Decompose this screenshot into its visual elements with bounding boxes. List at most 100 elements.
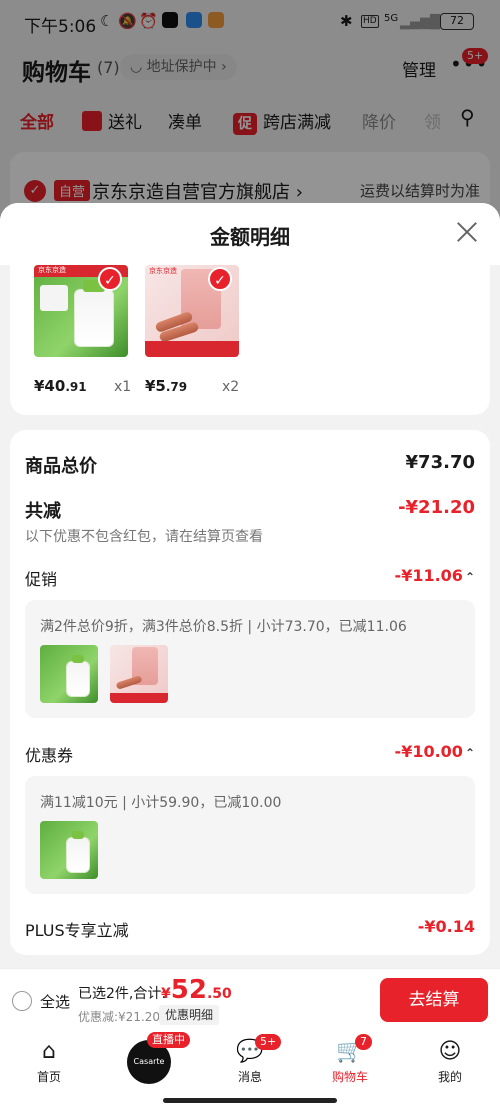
bottle-shape bbox=[66, 655, 90, 697]
store-name[interactable]: 京东京造自营官方旗舰店 › bbox=[92, 178, 303, 204]
coupon-label: 优惠券 bbox=[25, 746, 74, 765]
promo-toggle[interactable]: -¥11.06 ⌃ bbox=[395, 566, 475, 585]
shipping-note: 运费以结算时为准 bbox=[360, 182, 481, 200]
moon-icon: ☾ bbox=[100, 12, 114, 30]
self-operated-badge: 自营 bbox=[54, 180, 91, 201]
store-check-icon[interactable]: ✓ bbox=[24, 180, 46, 202]
chevron-up-icon: ⌃ bbox=[464, 570, 475, 584]
coupon-condition: 满11减10元 | 小计59.90，已减10.00 bbox=[40, 795, 282, 811]
reduce-note: 以下优惠不包含红包，请在结算页查看 bbox=[25, 529, 263, 545]
chat-app-icon bbox=[186, 12, 202, 28]
coupon-item-thumb-supplement bbox=[40, 821, 98, 879]
promo-condition: 满2件总价9折，满3件总价8.5折 | 小计73.70，已减11.06 bbox=[40, 619, 407, 635]
live-badge: 直播中 bbox=[147, 1032, 190, 1048]
nav-profile[interactable]: ☺ 我的 bbox=[415, 1038, 485, 1085]
promo-label: 促销 bbox=[25, 570, 58, 589]
store-name-text: 京东京造自营官方旗舰店 bbox=[92, 182, 290, 203]
selected-summary: 已选2件,合计: bbox=[78, 986, 167, 1002]
home-indicator bbox=[163, 1098, 337, 1103]
signal-icon: ▂▄▆█ bbox=[400, 15, 440, 30]
plus-label: PLUS专享立减 bbox=[25, 921, 129, 940]
checkout-button[interactable]: 去结算 bbox=[380, 978, 488, 1022]
close-icon[interactable] bbox=[452, 217, 482, 247]
network-label: 5G bbox=[384, 13, 399, 24]
message-badge: 5+ bbox=[255, 1034, 282, 1050]
selected-items-card: 京东京造 ✓ ¥40.91 x1 京东京造 ✓ ¥5.79 x2 bbox=[10, 265, 490, 415]
tab-all[interactable]: 全部 bbox=[20, 108, 54, 133]
battery-icon: 72 bbox=[440, 13, 474, 30]
product-promo-bar bbox=[110, 693, 168, 703]
coupon-toggle[interactable]: -¥10.00 ⌃ bbox=[395, 742, 475, 761]
bottle-shape bbox=[66, 831, 90, 873]
promo-value: -¥11.06 bbox=[394, 566, 463, 585]
total-amount-symbol: ¥ bbox=[161, 986, 171, 1002]
manage-button[interactable]: 管理 bbox=[402, 56, 436, 81]
mute-icon: 🔕 bbox=[118, 12, 137, 30]
profile-icon: ☺ bbox=[438, 1039, 462, 1064]
nav-home[interactable]: ⌂ 首页 bbox=[14, 1038, 84, 1085]
tab-cross-store[interactable]: 促跨店满减 bbox=[233, 108, 331, 135]
reduce-label: 共减 bbox=[25, 501, 61, 522]
discount-detail-button[interactable]: 优惠明细 bbox=[159, 1005, 220, 1025]
amount-detail-sheet: 金额明细 京东京造 ✓ ¥40.91 x1 京东京造 ✓ ¥5.79 x2 商品… bbox=[0, 203, 500, 968]
tab-coupon[interactable]: 领 bbox=[424, 108, 441, 133]
bottle-shape bbox=[74, 280, 114, 347]
home-icon: ⌂ bbox=[42, 1039, 56, 1064]
reduce-value: -¥21.20 bbox=[398, 497, 475, 518]
coupon-value: -¥10.00 bbox=[394, 742, 463, 761]
bluetooth-icon: ✱ bbox=[340, 12, 353, 30]
promo-item-thumb-snack bbox=[110, 645, 168, 703]
tab-price-drop[interactable]: 降价 bbox=[362, 108, 396, 133]
sheet-header: 金额明细 bbox=[0, 203, 500, 265]
select-all-checkbox[interactable] bbox=[12, 991, 32, 1011]
nav-messages-label: 消息 bbox=[237, 1070, 262, 1084]
item-price-int: ¥40 bbox=[34, 377, 66, 395]
total-value: ¥73.70 bbox=[405, 452, 475, 473]
nav-cart-label: 购物车 bbox=[331, 1070, 368, 1084]
promo-item-thumb-supplement bbox=[40, 645, 98, 703]
cart-count: (7) bbox=[97, 58, 120, 77]
promo-detail-box: 满2件总价9折，满3件总价8.5折 | 小计73.70，已减11.06 bbox=[25, 600, 475, 718]
more-badge: 5+ bbox=[462, 48, 489, 64]
discount-summary: 优惠减:¥21.20 bbox=[78, 1010, 161, 1024]
tiktok-icon bbox=[162, 12, 178, 28]
gift-icon bbox=[82, 111, 102, 131]
total-amount-int: 52 bbox=[170, 975, 207, 1005]
shield-icon: ◡ bbox=[130, 59, 147, 75]
select-all-label[interactable]: 全选 bbox=[40, 991, 70, 1012]
coupon-detail-box: 满11减10元 | 小计59.90，已减10.00 bbox=[25, 776, 475, 894]
status-time: 下午5:06 bbox=[24, 17, 97, 37]
hd-icon: HD bbox=[361, 15, 379, 28]
snack-stick-shape bbox=[115, 675, 143, 690]
tab-gift[interactable]: 送礼 bbox=[82, 108, 142, 133]
address-protection-button[interactable]: ◡ 地址保护中 › bbox=[120, 54, 237, 80]
item-qty: x2 bbox=[222, 379, 240, 395]
total-label: 商品总价 bbox=[25, 456, 97, 477]
item-selected-check-icon: ✓ bbox=[98, 267, 122, 291]
product-label-shape bbox=[40, 285, 68, 311]
item-selected-check-icon: ✓ bbox=[208, 267, 232, 291]
page-title: 购物车 bbox=[22, 60, 91, 86]
sheet-title: 金额明细 bbox=[210, 225, 290, 249]
search-icon[interactable]: ⚲ bbox=[460, 105, 475, 129]
nav-home-label: 首页 bbox=[36, 1070, 61, 1084]
tab-bundle[interactable]: 凑单 bbox=[168, 108, 202, 133]
cart-header: 购物车 (7) ◡ 地址保护中 › 管理 ••• 5+ bbox=[0, 44, 500, 94]
nav-cart[interactable]: 🛒 购物车 bbox=[315, 1038, 385, 1085]
plus-value: -¥0.14 bbox=[417, 917, 475, 936]
price-detail-card: 商品总价 ¥73.70 共减 -¥21.20 以下优惠不包含红包，请在结算页查看… bbox=[10, 430, 490, 955]
chevron-up-icon: ⌃ bbox=[464, 746, 475, 760]
item-price-dec: .91 bbox=[65, 380, 87, 394]
chevron-right-icon: › bbox=[216, 59, 227, 75]
live-brand-logo: Casarte bbox=[133, 1057, 165, 1066]
item-price: ¥40.91 bbox=[34, 377, 87, 395]
product-brand-label: 京东京造 bbox=[149, 267, 177, 275]
tab-gift-label: 送礼 bbox=[108, 113, 142, 133]
address-protection-label: 地址保护中 bbox=[146, 59, 217, 75]
item-price-int: ¥5 bbox=[145, 377, 166, 395]
alarm-icon: ⏰ bbox=[139, 12, 158, 30]
total-amount-dec: .50 bbox=[206, 986, 232, 1002]
item-qty: x1 bbox=[114, 379, 132, 395]
nav-profile-label: 我的 bbox=[437, 1070, 462, 1084]
item-price-dec: .79 bbox=[165, 380, 188, 394]
